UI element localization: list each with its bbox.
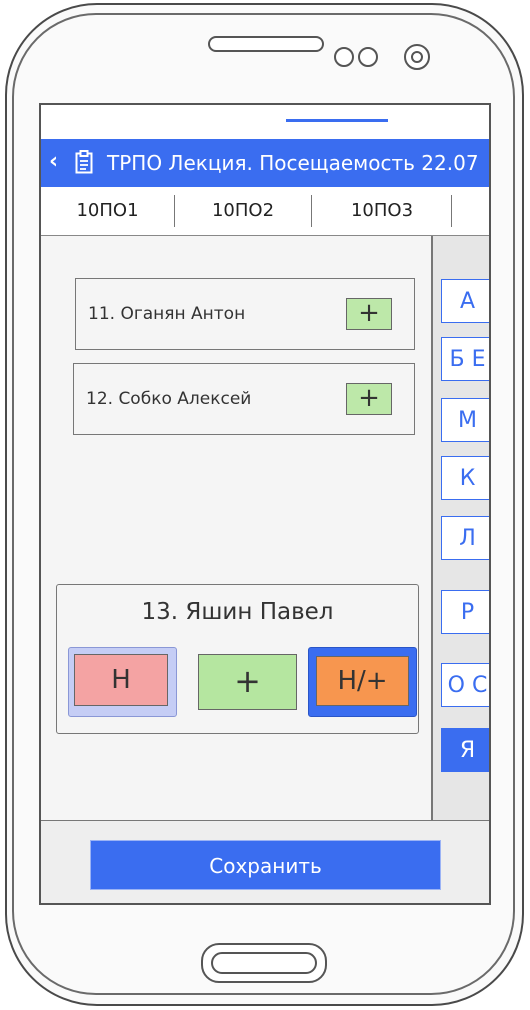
index-letter-o-s[interactable]: О С <box>441 663 489 707</box>
student-name: 11. Оганян Антон <box>88 304 246 324</box>
index-letter-ya[interactable]: Я <box>441 728 489 772</box>
tab-label: 10ПО2 <box>211 200 275 221</box>
selected-student-name: 13. Яшин Павел <box>141 599 334 625</box>
selected-student-card: 13. Яшин Павел Н + Н/+ <box>56 584 419 734</box>
list-item[interactable]: 11. Оганян Антон + <box>75 278 415 350</box>
tab-label: 10ПО3 <box>350 200 414 221</box>
screen-title: ТРПО Лекция. Посещаемость 22.07 <box>107 151 479 175</box>
alphabet-index: А Б Е М К Л Р О С Я <box>431 236 489 820</box>
home-button[interactable] <box>201 943 327 983</box>
index-letter-k[interactable]: К <box>441 456 489 500</box>
tab-divider <box>451 195 452 227</box>
student-name: 12. Собко Алексей <box>86 389 252 409</box>
late-button[interactable]: Н/+ <box>316 656 409 706</box>
sensor-icon-2 <box>358 47 378 67</box>
late-option[interactable]: Н/+ <box>308 647 417 717</box>
tab-10po1[interactable]: 10ПО1 <box>41 187 174 233</box>
present-button[interactable]: + <box>198 654 297 710</box>
app-screen: ‹ ТРПО Лекция. Посещаемость 22.07 10ПО1 … <box>39 103 491 905</box>
back-arrow-icon[interactable]: ‹ <box>49 149 58 175</box>
app-bar: ‹ ТРПО Лекция. Посещаемость 22.07 <box>41 139 489 187</box>
home-button-inner <box>211 952 317 974</box>
sensor-icon <box>334 47 354 67</box>
mark-present-button[interactable]: + <box>346 298 392 330</box>
tab-10po3[interactable]: 10ПО3 <box>312 187 452 233</box>
index-letter-m[interactable]: М <box>441 398 489 442</box>
absent-button[interactable]: Н <box>74 654 168 706</box>
student-list: 11. Оганян Антон + 12. Собко Алексей + 1… <box>41 236 431 820</box>
speaker-grille <box>208 36 324 52</box>
bottom-bar: Сохранить <box>41 820 489 903</box>
index-letter-r[interactable]: Р <box>441 590 489 634</box>
group-tabs: 10ПО1 10ПО2 10ПО3 <box>41 119 489 236</box>
index-letter-a[interactable]: А <box>441 279 489 323</box>
index-letter-l[interactable]: Л <box>441 516 489 560</box>
front-camera-icon <box>404 44 430 70</box>
list-item[interactable]: 12. Собко Алексей + <box>73 363 415 435</box>
index-letter-b-e[interactable]: Б Е <box>441 337 489 381</box>
tab-label: 10ПО1 <box>76 200 139 221</box>
mark-present-button[interactable]: + <box>346 383 392 415</box>
save-button[interactable]: Сохранить <box>90 840 441 890</box>
active-tab-indicator <box>286 119 388 122</box>
clipboard-icon <box>75 150 93 174</box>
absent-option[interactable]: Н <box>68 647 177 717</box>
tab-10po2[interactable]: 10ПО2 <box>175 187 311 233</box>
